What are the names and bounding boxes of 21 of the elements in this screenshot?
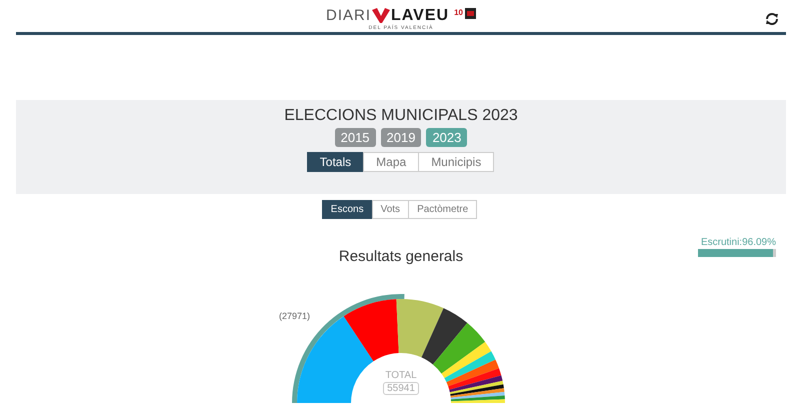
count-label: Escrutini:96.09% [700,237,776,248]
logo-text: LAVEU [391,8,450,23]
tab[interactable]: Vots [372,200,410,219]
tab[interactable]: Municipis [418,152,494,172]
anniversary-number: 10 [454,8,463,17]
logo-text: DIARI [326,8,372,23]
tab[interactable]: Totals [306,152,364,172]
tab[interactable]: Pactòmetre [408,200,478,219]
results-title: Resultats generals [338,248,464,265]
logo-mark-icon [372,8,390,23]
majority-label: (27971) [279,311,310,321]
year-button[interactable]: 2019 [380,128,422,147]
year-button[interactable]: 2015 [334,128,376,147]
year-button[interactable]: 2023 [426,128,468,147]
logo-badge-icon [464,8,476,19]
total-label: TOTAL [385,370,417,381]
election-title: ELECCIONS MUNICIPALS 2023 [284,107,518,125]
refresh-icon[interactable] [765,12,779,26]
total-value: 55941 [383,382,419,395]
tab[interactable]: Mapa [363,152,420,172]
tab[interactable]: Escons [322,200,373,219]
